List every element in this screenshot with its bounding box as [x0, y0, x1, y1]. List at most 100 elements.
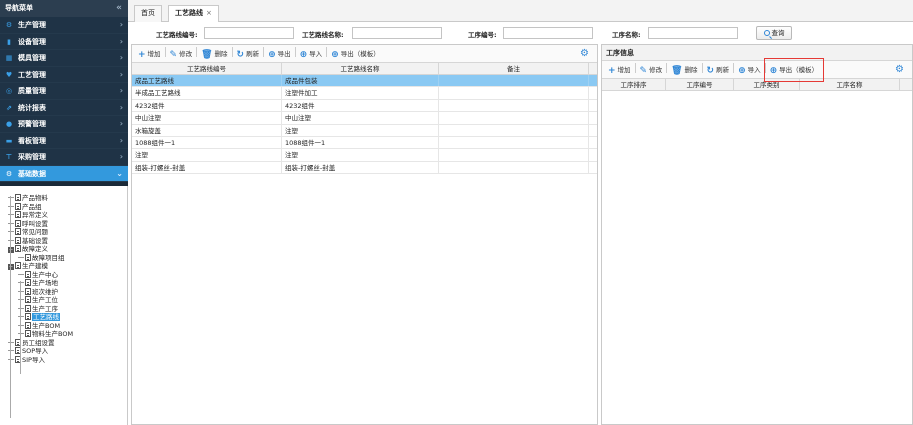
toolbar-button-6[interactable]: ⊕ 导出（模板） — [328, 45, 383, 63]
toolbar-icon: ↻ — [236, 50, 245, 60]
tree-item[interactable]: 异常定义 — [0, 211, 127, 220]
sidebar-header: 导航菜单 « — [0, 0, 128, 17]
chevron-right-icon: › — [119, 20, 123, 29]
document-icon — [25, 279, 31, 286]
toolbar-button-3[interactable]: ↻ 刷新 — [704, 61, 733, 79]
column-header[interactable]: 工艺路线名称 — [282, 63, 439, 74]
tree-connector — [8, 239, 14, 241]
chevron-right-icon: › — [119, 69, 123, 79]
toolbar-button-3[interactable]: ↻ 刷新 — [234, 45, 263, 63]
sidebar-item-5[interactable]: ⇗ 统计报表 › — [0, 99, 128, 116]
tree-item[interactable]: 呼叫设置 — [0, 219, 127, 229]
toolbar-icon: ⊕ — [299, 50, 308, 60]
tree-item-label: 故障定义 — [22, 245, 48, 253]
tree-item[interactable]: − 故障定义 — [0, 245, 127, 254]
toolbar-button-5[interactable]: ⊕ 导出（模板） — [763, 58, 825, 82]
toolbar-separator — [196, 47, 198, 57]
table-cell: 注塑 — [282, 149, 439, 161]
tree-item[interactable]: 产品物料 — [0, 194, 127, 203]
table-cell: 水箱旋盖 — [132, 124, 282, 136]
document-icon — [25, 313, 31, 320]
tree-item-label: 生产场地 — [32, 279, 58, 287]
table-cell: 中山注塑 — [132, 112, 282, 124]
toolbar-button-label: 修改 — [649, 66, 663, 74]
toolbar-separator — [294, 47, 296, 57]
table-row[interactable]: 半成品工艺路线 注塑件加工 — [132, 87, 597, 100]
tab-process-route[interactable]: 工艺路线 × — [168, 5, 219, 23]
gear-icon[interactable]: ⚙ — [895, 61, 904, 79]
menu-icon: ▦ — [5, 54, 13, 62]
menu-icon: ♥ — [5, 70, 13, 79]
table-row[interactable]: 组装-打螺丝-封盖 组装-打螺丝-封盖 — [132, 161, 597, 175]
toolbar-icon: ⊕ — [268, 50, 276, 60]
document-icon — [25, 296, 31, 303]
table-row[interactable]: 水箱旋盖 注塑 — [132, 124, 597, 137]
column-header[interactable]: 工序排序 — [602, 79, 666, 90]
collapse-icon[interactable]: « — [116, 0, 122, 17]
sidebar-item-label: 基础数据 — [18, 169, 46, 178]
sidebar-item-7[interactable]: ▬ 看板管理 › — [0, 132, 128, 149]
column-header[interactable]: 工序名称 — [800, 79, 900, 90]
process-code-input[interactable] — [503, 27, 593, 39]
tab-home[interactable]: 首页 — [134, 5, 162, 22]
query-button[interactable]: 查询 — [756, 26, 792, 40]
toolbar-icon: ↻ — [706, 66, 715, 76]
close-icon[interactable]: × — [206, 9, 212, 17]
sidebar-item-2[interactable]: ▦ 模具管理 › — [0, 50, 128, 67]
chevron-right-icon: › — [119, 36, 123, 46]
table-row[interactable]: 中山注塑 中山注塑 — [132, 112, 597, 125]
gear-icon[interactable]: ⚙ — [580, 45, 589, 63]
table-cell: 组装-打螺丝-封盖 — [132, 161, 282, 174]
process-name-input[interactable] — [648, 27, 738, 39]
toolbar-button-label: 增加 — [147, 50, 161, 58]
sidebar-item-8[interactable]: ⊤ 采购管理 › — [0, 149, 128, 166]
toolbar-button-0[interactable]: + 增加 — [605, 61, 634, 79]
tree-item[interactable]: 生产中心 — [0, 270, 127, 280]
toolbar-button-2[interactable]: 🗑 删除 — [668, 61, 700, 79]
column-header[interactable]: 工序编号 — [666, 79, 734, 90]
toolbar-button-5[interactable]: ⊕ 导入 — [297, 45, 326, 63]
table-cell — [439, 75, 589, 87]
tree-item[interactable]: 产品组 — [0, 202, 127, 212]
expand-icon[interactable]: − — [8, 264, 14, 270]
toolbar-button-4[interactable]: ⊕ 导入 — [735, 61, 764, 79]
route-code-input[interactable] — [204, 27, 294, 39]
tree-connector — [18, 290, 24, 292]
sidebar-item-1[interactable]: ▮ 设备管理 › — [0, 33, 128, 50]
table-cell: 组装-打螺丝-封盖 — [282, 161, 439, 174]
sidebar-item-4[interactable]: ◎ 质量管理 › — [0, 83, 128, 100]
sidebar-item-9[interactable]: ⚙ 基础数据 ⌄ — [0, 165, 128, 182]
table-cell: 4232组件 — [132, 99, 282, 112]
toolbar-button-0[interactable]: + 增加 — [135, 45, 164, 63]
table-row[interactable]: 4232组件 4232组件 — [132, 99, 597, 113]
sidebar-item-3[interactable]: ♥ 工艺管理 › — [0, 66, 128, 83]
sidebar-item-6[interactable]: ● 预警管理 › — [0, 116, 128, 133]
tree-item[interactable]: 常见问题 — [0, 228, 127, 237]
chevron-right-icon: › — [119, 53, 123, 62]
toolbar-button-4[interactable]: ⊕ 导出 — [265, 45, 294, 63]
route-name-input[interactable] — [352, 27, 442, 39]
tree-item[interactable]: 基础设置 — [0, 236, 127, 246]
toolbar-button-1[interactable]: ✎ 修改 — [637, 61, 666, 79]
table-row[interactable]: 1088组件一1 1088组件一1 — [132, 136, 597, 150]
toolbar-button-1[interactable]: ✎ 修改 — [167, 45, 196, 63]
table-cell: 注塑 — [282, 124, 439, 136]
document-icon — [15, 245, 21, 252]
toolbar-icon: ✎ — [639, 66, 648, 76]
document-icon — [15, 236, 21, 244]
column-header[interactable]: 工艺路线编号 — [132, 63, 282, 74]
toolbar-separator — [263, 47, 265, 57]
column-header[interactable]: 工序类别 — [734, 79, 800, 90]
table-row[interactable]: 成品工艺路线 成品件包装 — [132, 75, 597, 88]
table-row[interactable]: 注塑 注塑 — [132, 149, 597, 162]
toolbar-button-2[interactable]: 🗑 删除 — [198, 45, 230, 63]
sidebar-menu: ⚙ 生产管理 › ▮ 设备管理 › ▦ 模具管理 › ♥ 工艺管理 › ◎ 质量管理 › ⇗ 统计报表 › ● 预警管… — [0, 17, 128, 182]
expand-icon[interactable]: − — [8, 247, 14, 253]
tree-item-label: 基础设置 — [22, 236, 48, 245]
tree-item[interactable]: 故障项目组 — [0, 253, 127, 263]
tree-item-label: 工艺路线 — [32, 313, 60, 321]
column-header[interactable]: 备注 — [439, 63, 589, 74]
process-info-panel: 工序信息 + 增加 ✎ 修改 🗑 删除 ↻ 刷新 ⊕ 导入 ⊕ 导出（模板） ⚙ 工序排序 工序编号 工序类… — [601, 44, 913, 425]
sidebar-item-0[interactable]: ⚙ 生产管理 › — [0, 17, 128, 34]
tree-item[interactable]: − 生产建模 — [0, 262, 127, 271]
